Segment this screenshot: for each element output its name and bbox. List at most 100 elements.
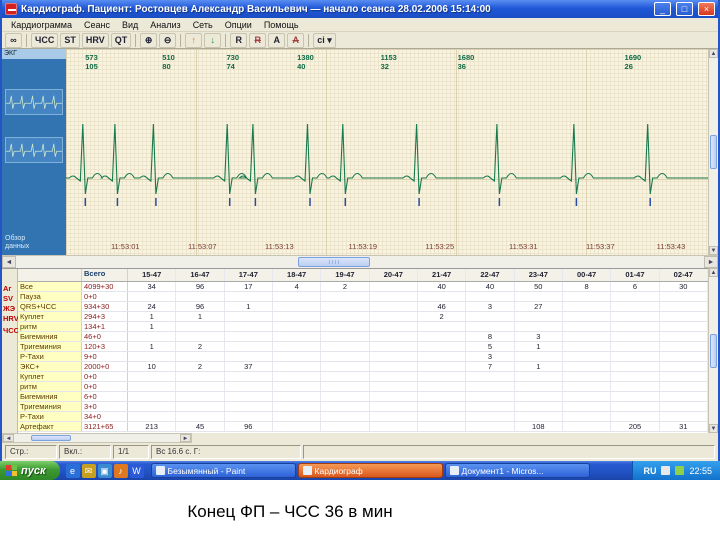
mini-ecg-thumbnail[interactable] <box>5 137 63 163</box>
cell <box>176 292 225 301</box>
media-player-icon[interactable]: ♪ <box>113 463 128 478</box>
table-horizontal-scrollbar[interactable]: ◄ ► <box>2 433 192 443</box>
a-show-button[interactable]: A <box>268 32 286 48</box>
status-include-label: Вкл.: <box>59 445 111 459</box>
menu-item-1[interactable]: Сеанс <box>79 20 115 30</box>
cell <box>321 342 370 351</box>
r-show-button[interactable]: R <box>230 32 248 48</box>
scroll-down-arrow-icon[interactable]: ▼ <box>709 424 718 433</box>
scrollbar-thumb[interactable] <box>298 257 371 267</box>
cell: 1 <box>515 342 563 351</box>
ecg-horizontal-scrollbar[interactable]: ◄ ► <box>2 255 718 268</box>
table-row[interactable]: Все 4099+30 34 96 17 4 2 40 40 50 8 6 30 <box>18 282 708 292</box>
menu-item-5[interactable]: Опции <box>220 20 257 30</box>
caption-area: Конец ФП – ЧСС 36 в мин <box>0 480 720 540</box>
cell <box>273 302 322 311</box>
cell: 40 <box>466 282 515 291</box>
menu-item-0[interactable]: Кардиограмма <box>6 20 77 30</box>
table-row[interactable]: Куплет 294+3 1 1 2 <box>18 312 708 322</box>
ci-button[interactable]: ci ▾ <box>313 32 336 48</box>
a-hide-button[interactable]: A <box>287 32 305 48</box>
menu-item-3[interactable]: Анализ <box>145 20 185 30</box>
status-page-label: Стр.: <box>5 445 57 459</box>
total-cell: 934+30 <box>82 302 128 311</box>
minimize-button[interactable]: _ <box>654 2 671 16</box>
table-row[interactable]: Куплет 0+0 <box>18 372 708 382</box>
volume-icon[interactable] <box>661 466 671 475</box>
table-row[interactable]: Тригеминия 120+3 1 2 5 1 <box>18 342 708 352</box>
scroll-up-arrow-icon[interactable]: ▲ <box>709 268 718 277</box>
ecg-vertical-scrollbar[interactable]: ▲ ▼ <box>708 49 718 255</box>
language-indicator[interactable]: RU <box>643 466 656 476</box>
overview-sidebar[interactable]: ЭКГ Обзор данных <box>2 49 66 255</box>
show-desktop-icon[interactable]: ▣ <box>97 463 112 478</box>
cell: 8 <box>563 282 612 291</box>
scrollbar-thumb[interactable] <box>30 435 71 441</box>
qt-button[interactable]: QT <box>110 32 132 48</box>
scroll-down-arrow-icon[interactable]: ▼ <box>709 246 718 255</box>
scrollbar-track[interactable] <box>14 434 180 442</box>
menu-item-6[interactable]: Помощь <box>259 20 304 30</box>
cell <box>418 382 467 391</box>
toolbar-separator <box>308 33 310 47</box>
table-row[interactable]: Р-Тахи 9+0 3 <box>18 352 708 362</box>
hrv-button[interactable]: HRV <box>81 32 109 48</box>
menu-item-2[interactable]: Вид <box>117 20 143 30</box>
table-row[interactable]: Р-Тахи 34+0 <box>18 412 708 422</box>
column-header: 00-47 <box>563 269 612 281</box>
table-row[interactable]: QRS+ЧСС 934+30 24 96 1 46 3 27 <box>18 302 708 312</box>
scrollbar-thumb[interactable] <box>710 333 717 368</box>
total-cell: 0+0 <box>82 292 128 301</box>
close-button[interactable]: × <box>698 2 715 16</box>
scrollbar-thumb[interactable] <box>710 135 717 169</box>
table-row[interactable]: ритм 134+1 1 <box>18 322 708 332</box>
r-hide-button[interactable]: R <box>249 32 267 48</box>
cell <box>225 392 273 401</box>
marker-down-button[interactable]: ↓ <box>204 32 222 48</box>
task-button[interactable]: Документ1 - Micros... <box>444 463 590 478</box>
table-header-row: Всего 15-47 16-47 17-47 18-47 19-47 20-47 21-47… <box>18 269 708 282</box>
table-row[interactable]: Бигеминия 46+0 8 3 <box>18 332 708 342</box>
cell <box>176 352 225 361</box>
scrollbar-track[interactable] <box>16 256 704 268</box>
cell <box>321 352 370 361</box>
antivirus-icon[interactable] <box>675 466 685 475</box>
word-icon[interactable]: W <box>129 463 144 478</box>
marker-up-button[interactable]: ↑ <box>185 32 203 48</box>
table-row[interactable]: ЭКС+ 2000+0 10 2 37 7 1 <box>18 362 708 372</box>
table-row[interactable]: Бигеминия 6+0 <box>18 392 708 402</box>
mail-icon[interactable]: ✉ <box>81 463 96 478</box>
cell <box>611 362 660 371</box>
scroll-up-arrow-icon[interactable]: ▲ <box>709 49 718 58</box>
scroll-right-arrow-icon[interactable]: ► <box>704 256 718 268</box>
ecg-strip[interactable]: 573 105 510 80 730 74 1380 40 1153 32 1680 36 1690 26… <box>66 49 708 255</box>
total-cell: 9+0 <box>82 352 128 361</box>
scroll-right-arrow-icon[interactable]: ► <box>180 434 191 442</box>
st-button[interactable]: ST <box>60 32 80 48</box>
table-vertical-scrollbar[interactable]: ▲ ▼ <box>708 268 718 433</box>
cell <box>660 342 708 351</box>
maximize-button[interactable]: □ <box>676 2 693 16</box>
hr-button[interactable]: ЧСС <box>31 32 59 48</box>
cell: 205 <box>611 422 660 431</box>
search-button[interactable]: ∞ <box>5 32 22 48</box>
title-bar[interactable]: Кардиограф. Пациент: Ростовцев Александр… <box>2 0 718 18</box>
internet-explorer-icon[interactable]: e <box>65 463 80 478</box>
table-row[interactable]: ритм 0+0 <box>18 382 708 392</box>
table-row[interactable]: Тригеминия 3+0 <box>18 402 708 412</box>
task-button[interactable]: Безымянный - Paint <box>150 463 296 478</box>
row-label: ЭКС+ <box>18 362 82 371</box>
zoom-in-button[interactable]: ⊕ <box>140 32 158 48</box>
task-button[interactable]: Кардиограф <box>297 463 443 478</box>
total-cell: 2000+0 <box>82 362 128 371</box>
mini-ecg-thumbnail[interactable] <box>5 89 63 115</box>
menu-item-4[interactable]: Сеть <box>188 20 218 30</box>
scroll-left-arrow-icon[interactable]: ◄ <box>2 256 16 268</box>
table-row[interactable]: Пауза 0+0 <box>18 292 708 302</box>
table-row[interactable]: Артефакт 3121+65 213 45 96 108 205 31 <box>18 422 708 432</box>
beat-annotation: 1153 32 <box>381 53 397 71</box>
start-button[interactable]: пуск <box>0 461 60 480</box>
zoom-out-button[interactable]: ⊖ <box>159 32 177 48</box>
cell: 6 <box>611 282 660 291</box>
scroll-left-arrow-icon[interactable]: ◄ <box>3 434 14 442</box>
